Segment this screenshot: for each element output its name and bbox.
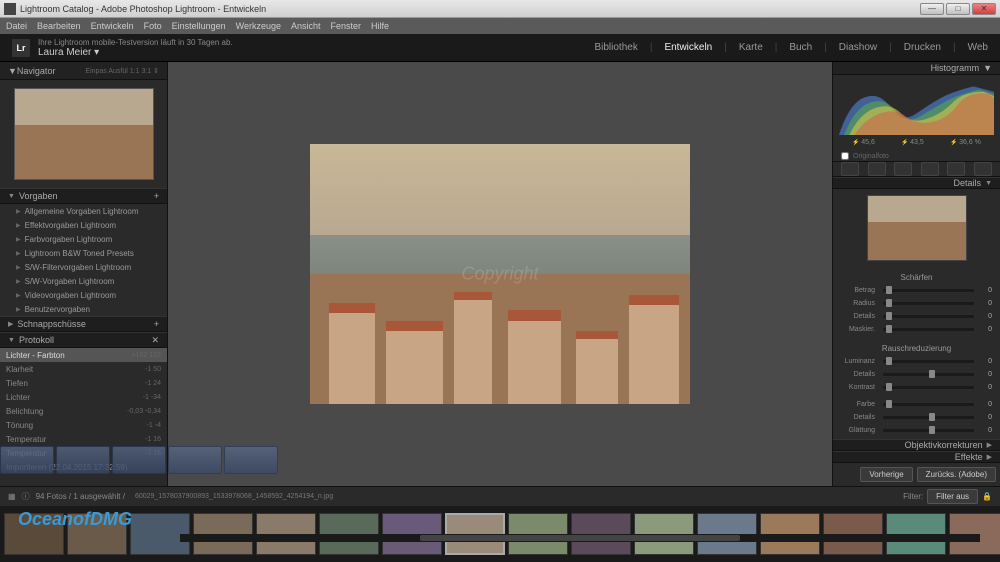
filmstrip-thumb[interactable] bbox=[67, 513, 127, 555]
slider-luminanz[interactable]: Luminanz0 bbox=[841, 355, 992, 368]
radial-tool-icon[interactable] bbox=[947, 162, 965, 176]
slider-maskier.[interactable]: Maskier.0 bbox=[841, 323, 992, 336]
menu-einstellungen[interactable]: Einstellungen bbox=[172, 21, 226, 31]
history-item[interactable]: Temperatur-1 16 bbox=[0, 432, 167, 446]
gradient-tool-icon[interactable] bbox=[921, 162, 939, 176]
filmstrip-scrollbar[interactable] bbox=[180, 534, 980, 542]
spot-tool-icon[interactable] bbox=[868, 162, 886, 176]
preset-item[interactable]: ▶Lightroom B&W Toned Presets bbox=[0, 246, 167, 260]
navigator-header[interactable]: ▼NavigatorEinpas Ausfül 1:1 3:1 ⇕ bbox=[0, 62, 167, 80]
filmstrip-thumb[interactable] bbox=[4, 513, 64, 555]
history-item[interactable]: Lichter-1 -34 bbox=[0, 390, 167, 404]
left-panel: ▼NavigatorEinpas Ausfül 1:1 3:1 ⇕ ▼Vorga… bbox=[0, 62, 168, 486]
filter-off-button[interactable]: Filter aus bbox=[927, 489, 978, 504]
copyright-watermark: Copyright bbox=[461, 264, 538, 285]
history-item[interactable]: Belichtung-0,03 -0,34 bbox=[0, 404, 167, 418]
menu-entwickeln[interactable]: Entwickeln bbox=[91, 21, 134, 31]
menu-ansicht[interactable]: Ansicht bbox=[291, 21, 321, 31]
tool-strip bbox=[833, 161, 1000, 177]
navigator-preview[interactable] bbox=[0, 80, 167, 188]
preset-item[interactable]: ▶S/W-Filtervorgaben Lightroom bbox=[0, 260, 167, 274]
snapshots-header[interactable]: ▶Schnappschüsse+ bbox=[0, 316, 167, 332]
details-header[interactable]: Details▼ bbox=[833, 177, 1000, 189]
redeye-tool-icon[interactable] bbox=[894, 162, 912, 176]
slider-glättung[interactable]: Glättung0 bbox=[841, 424, 992, 437]
reset-button[interactable]: Zurücks. (Adobe) bbox=[917, 467, 996, 482]
preset-item[interactable]: ▶Videovorgaben Lightroom bbox=[0, 288, 167, 302]
close-button[interactable]: ✕ bbox=[972, 3, 996, 15]
module-entwickeln[interactable]: Entwickeln bbox=[664, 42, 712, 53]
crop-tool-icon[interactable] bbox=[841, 162, 859, 176]
count-label: 94 Fotos / 1 ausgewählt / bbox=[36, 492, 125, 501]
histo-val-3: 36,6 % bbox=[950, 139, 981, 146]
module-diashow[interactable]: Diashow bbox=[839, 42, 877, 53]
slider-details[interactable]: Details0 bbox=[841, 368, 992, 381]
image-canvas[interactable]: Copyright bbox=[168, 62, 832, 486]
history-item[interactable]: Tiefen-1 24 bbox=[0, 376, 167, 390]
detail-preview[interactable] bbox=[833, 189, 1000, 267]
slider-details[interactable]: Details0 bbox=[841, 411, 992, 424]
module-karte[interactable]: Karte bbox=[739, 42, 763, 53]
secondary-toolbar: ▦ ⓘ 94 Fotos / 1 ausgewählt / 60029_1578… bbox=[0, 486, 1000, 506]
module-bibliothek[interactable]: Bibliothek bbox=[594, 42, 637, 53]
preset-item[interactable]: ▶Benutzervorgaben bbox=[0, 302, 167, 316]
history-item[interactable]: Tönung-1 -4 bbox=[0, 418, 167, 432]
filename-label: 60029_1578037900893_1533978068_1458592_4… bbox=[135, 493, 333, 500]
menu-hilfe[interactable]: Hilfe bbox=[371, 21, 389, 31]
grid-view-icon[interactable]: ▦ bbox=[8, 492, 16, 501]
maximize-button[interactable]: □ bbox=[946, 3, 970, 15]
histo-val-2: 43,5 bbox=[901, 139, 924, 146]
minimize-button[interactable]: — bbox=[920, 3, 944, 15]
lens-header[interactable]: Objektivkorrekturen▶ bbox=[833, 439, 1000, 451]
menubar: Datei Bearbeiten Entwickeln Foto Einstel… bbox=[0, 18, 1000, 34]
slider-farbe[interactable]: Farbe0 bbox=[841, 398, 992, 411]
menu-fenster[interactable]: Fenster bbox=[331, 21, 362, 31]
filter-label: Filter: bbox=[903, 492, 923, 501]
right-panel: Histogramm▼ 45,6 43,5 36,6 % Originalfot… bbox=[832, 62, 1000, 486]
windows-taskbar-overlay bbox=[0, 446, 278, 476]
main-photo: Copyright bbox=[310, 144, 690, 404]
effects-header[interactable]: Effekte▶ bbox=[833, 451, 1000, 463]
app-icon bbox=[4, 3, 16, 15]
slider-kontrast[interactable]: Kontrast0 bbox=[841, 381, 992, 394]
lightroom-logo-icon: Lr bbox=[12, 39, 30, 57]
window-title: Lightroom Catalog - Adobe Photoshop Ligh… bbox=[20, 4, 266, 14]
info-icon[interactable]: ⓘ bbox=[22, 491, 30, 502]
histo-val-1: 45,6 bbox=[852, 139, 875, 146]
preset-item[interactable]: ▶Effektvorgaben Lightroom bbox=[0, 218, 167, 232]
preset-item[interactable]: ▶S/W-Vorgaben Lightroom bbox=[0, 274, 167, 288]
brush-tool-icon[interactable] bbox=[974, 162, 992, 176]
module-web[interactable]: Web bbox=[968, 42, 988, 53]
preset-item[interactable]: ▶Allgemeine Vorgaben Lightroom bbox=[0, 204, 167, 218]
scrollbar-thumb[interactable] bbox=[420, 535, 740, 541]
menu-foto[interactable]: Foto bbox=[144, 21, 162, 31]
history-item[interactable]: Klarheit-1 50 bbox=[0, 362, 167, 376]
previous-button[interactable]: Vorherige bbox=[860, 467, 912, 482]
identity-bar: Lr Ihre Lightroom mobile-Testversion läu… bbox=[0, 34, 1000, 62]
module-drucken[interactable]: Drucken bbox=[904, 42, 941, 53]
history-header[interactable]: ▼Protokoll✕ bbox=[0, 332, 167, 348]
menu-werkzeuge[interactable]: Werkzeuge bbox=[236, 21, 281, 31]
menu-datei[interactable]: Datei bbox=[6, 21, 27, 31]
menu-bearbeiten[interactable]: Bearbeiten bbox=[37, 21, 81, 31]
trial-notice: Ihre Lightroom mobile-Testversion läuft … bbox=[38, 38, 233, 47]
preset-item[interactable]: ▶Farbvorgaben Lightroom bbox=[0, 232, 167, 246]
presets-header[interactable]: ▼Vorgaben+ bbox=[0, 188, 167, 204]
module-buch[interactable]: Buch bbox=[789, 42, 812, 53]
history-item[interactable]: Lichter - Farbton+102 102 bbox=[0, 348, 167, 362]
user-name[interactable]: Laura Meier ▾ bbox=[38, 47, 233, 58]
slider-radius[interactable]: Radius0 bbox=[841, 297, 992, 310]
histogram-display[interactable]: 45,6 43,5 36,6 % bbox=[833, 75, 1000, 152]
slider-betrag[interactable]: Betrag0 bbox=[841, 284, 992, 297]
slider-details[interactable]: Details0 bbox=[841, 310, 992, 323]
module-picker: Bibliothek| Entwickeln| Karte| Buch| Dia… bbox=[594, 42, 988, 53]
originalfoto-checkbox[interactable] bbox=[841, 152, 849, 160]
window-titlebar: Lightroom Catalog - Adobe Photoshop Ligh… bbox=[0, 0, 1000, 18]
lock-icon[interactable]: 🔒 bbox=[982, 492, 992, 501]
histogram-header[interactable]: Histogramm▼ bbox=[833, 62, 1000, 75]
